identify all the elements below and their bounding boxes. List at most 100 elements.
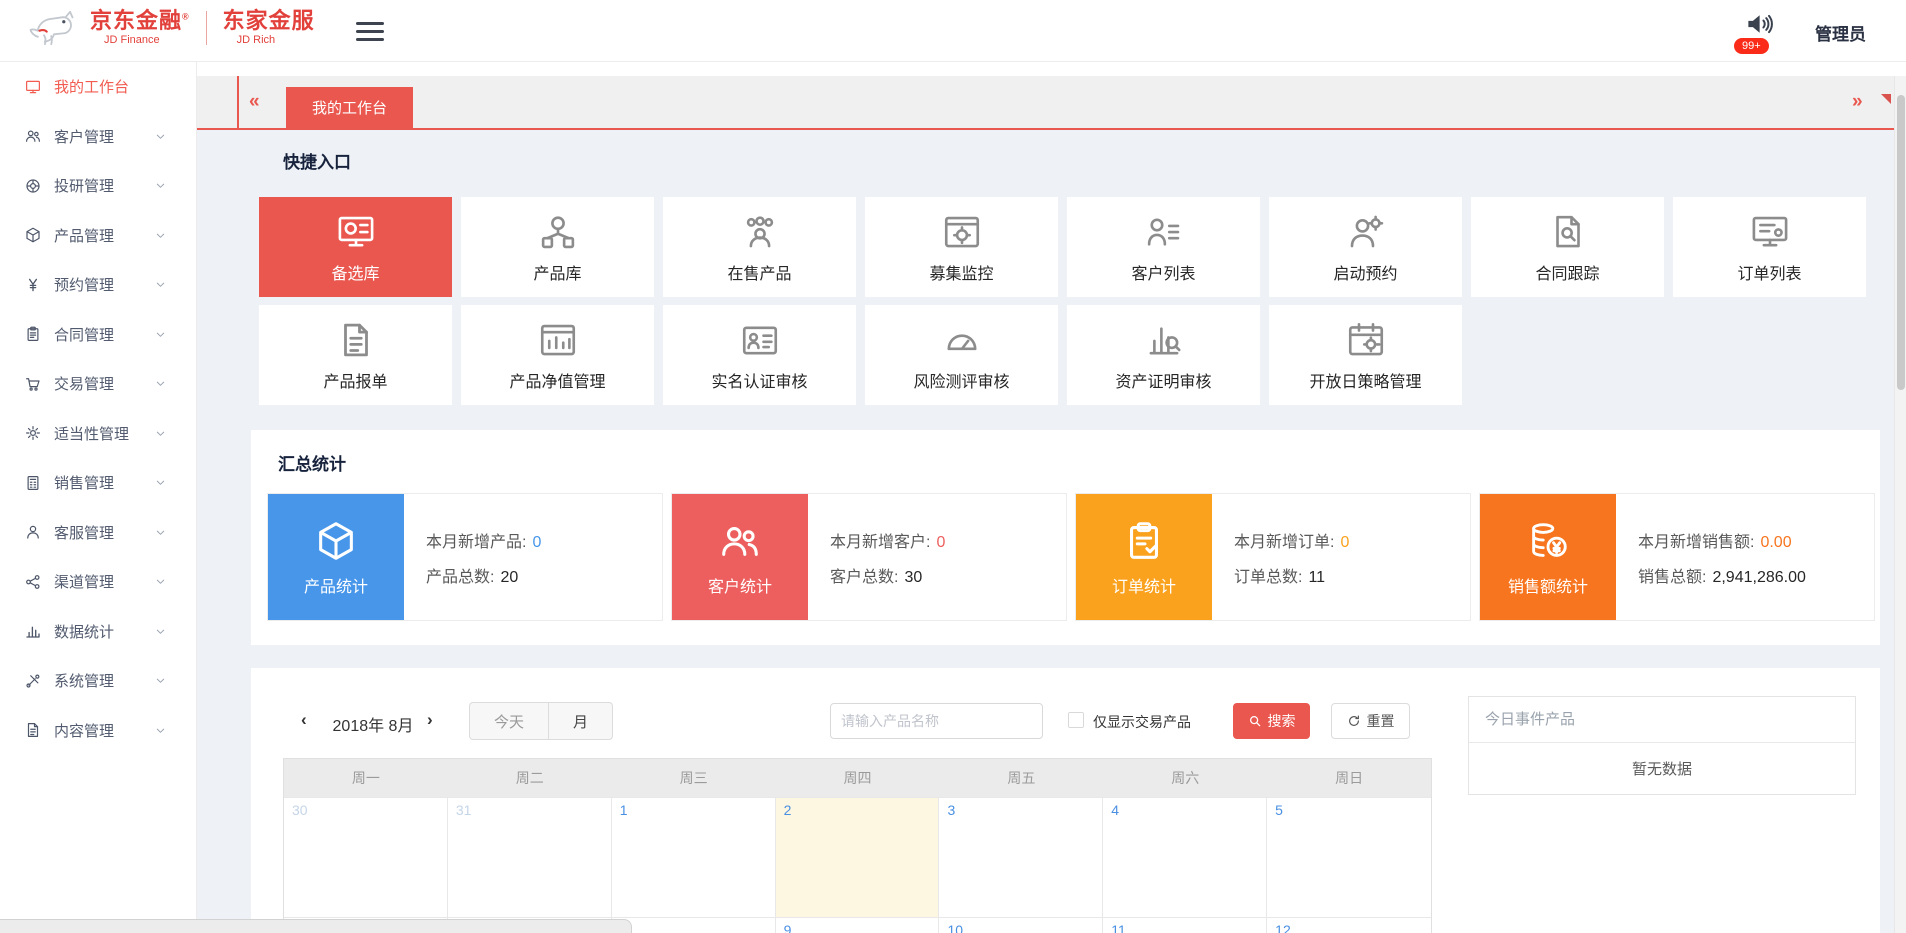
- search-button[interactable]: 搜索: [1233, 703, 1310, 739]
- trade-products-only-checkbox[interactable]: [1068, 712, 1084, 728]
- sidebar-item-research-mgmt[interactable]: 投研管理: [0, 161, 196, 211]
- chart-search-icon: [1143, 319, 1185, 361]
- tile-open-day-strategy-mgmt[interactable]: 开放日策略管理: [1269, 305, 1462, 405]
- reset-button[interactable]: 重置: [1331, 703, 1410, 739]
- sidebar-item-system-mgmt[interactable]: 系统管理: [0, 656, 196, 706]
- sidebar-item-suitability-mgmt[interactable]: 适当性管理: [0, 409, 196, 459]
- current-user-name[interactable]: 管理员: [1815, 20, 1866, 45]
- sidebar-item-reservation-mgmt[interactable]: 预约管理: [0, 260, 196, 310]
- calendar-cell[interactable]: 30: [284, 797, 448, 917]
- tile-product-library[interactable]: 产品库: [461, 197, 654, 297]
- tile-label: 开放日策略管理: [1309, 368, 1421, 392]
- sidebar-item-product-mgmt[interactable]: 产品管理: [0, 211, 196, 261]
- vertical-scrollbar[interactable]: [1894, 76, 1906, 933]
- quick-entry-row-1: 备选库 产品库 在售产品 募集监控 客户列表: [259, 197, 1867, 297]
- product-name-search-input[interactable]: [830, 703, 1043, 739]
- scrollbar-thumb[interactable]: [1897, 95, 1905, 390]
- sidebar-item-customer-service-mgmt[interactable]: 客服管理: [0, 508, 196, 558]
- sidebar-item-label: 投研管理: [54, 175, 114, 196]
- tile-fundraising-monitor[interactable]: 募集监控: [865, 197, 1058, 297]
- card-order-stats[interactable]: 订单统计 本月新增订单:0 订单总数:11: [1075, 493, 1471, 621]
- calendar-cell[interactable]: 10: [939, 917, 1103, 933]
- stat-line: 销售总额:2,941,286.00: [1638, 563, 1806, 587]
- tile-start-reservation[interactable]: 启动预约: [1269, 197, 1462, 297]
- summary-panel: 汇总统计 产品统计 本月新增产品:0 产品总数:20: [251, 430, 1880, 645]
- sidebar-item-data-statistics[interactable]: 数据统计: [0, 607, 196, 657]
- network-icon: [537, 211, 579, 253]
- tile-label: 启动预约: [1333, 260, 1397, 284]
- calendar-cell[interactable]: 5: [1267, 797, 1431, 917]
- tile-on-sale-products[interactable]: 在售产品: [663, 197, 856, 297]
- content-area: 快捷入口 备选库 产品库 在售产品 募集监控: [197, 130, 1894, 933]
- tile-contract-tracking[interactable]: 合同跟踪: [1471, 197, 1664, 297]
- tile-alternative-library[interactable]: 备选库: [259, 197, 452, 297]
- card-sales-stats[interactable]: 销售额统计 本月新增销售额:0.00 销售总额:2,941,286.00: [1479, 493, 1875, 621]
- weekday-label: 周二: [448, 759, 612, 797]
- sidebar-item-sales-mgmt[interactable]: 销售管理: [0, 458, 196, 508]
- calendar-cell[interactable]: 12: [1267, 917, 1431, 933]
- doc-search-icon: [1547, 211, 1589, 253]
- stat-value: 0: [1340, 534, 1349, 551]
- dashboard-icon: [335, 211, 377, 253]
- calendar-cell[interactable]: 31: [448, 797, 612, 917]
- stat-value: 0: [936, 534, 945, 551]
- card-product-stats[interactable]: 产品统计 本月新增产品:0 产品总数:20: [267, 493, 663, 621]
- tile-label: 产品库: [533, 260, 581, 284]
- calendar-cell[interactable]: 11: [1103, 917, 1267, 933]
- app-root: 京东金融® JD Finance 东家金服 JD Rich 99+ 管理员 我的…: [0, 0, 1906, 933]
- tabs-scroll-right-icon[interactable]: »: [1852, 92, 1863, 111]
- product-stats-icon-block: 产品统计: [268, 494, 404, 620]
- tab-overflow-corner-icon[interactable]: [1881, 94, 1891, 104]
- sidebar-item-channel-mgmt[interactable]: 渠道管理: [0, 557, 196, 607]
- research-lifebuoy-icon: [24, 177, 42, 195]
- announcement-speaker-icon[interactable]: [1741, 9, 1777, 39]
- tile-risk-assessment-audit[interactable]: 风险测评审核: [865, 305, 1058, 405]
- chevron-down-icon: [155, 626, 166, 637]
- monitor-list-icon: [1749, 211, 1791, 253]
- brand-primary-subtitle: JD Finance: [90, 35, 190, 46]
- tile-customer-list[interactable]: 客户列表: [1067, 197, 1260, 297]
- today-events-empty-text: 暂无数据: [1469, 743, 1855, 794]
- calendar-cell[interactable]: 8: [612, 917, 776, 933]
- customers-icon: [24, 127, 42, 145]
- calendar-cell[interactable]: 9: [776, 917, 940, 933]
- calendar-cell[interactable]: 4: [1103, 797, 1267, 917]
- trade-products-only-label[interactable]: 仅显示交易产品: [1093, 712, 1191, 732]
- stat-value: 11: [1308, 569, 1325, 586]
- today-button[interactable]: 今天: [470, 703, 549, 739]
- notification-count-badge[interactable]: 99+: [1734, 38, 1769, 54]
- sidebar-item-customer-mgmt[interactable]: 客户管理: [0, 112, 196, 162]
- calendar-prev-month-icon[interactable]: ‹: [301, 710, 307, 730]
- sidebar-item-contract-mgmt[interactable]: 合同管理: [0, 310, 196, 360]
- tab-my-workbench[interactable]: 我的工作台: [286, 87, 413, 128]
- month-view-button[interactable]: 月: [549, 703, 612, 739]
- brand-primary-block: 京东金融® JD Finance: [90, 10, 190, 46]
- tab-bar: « 我的工作台 »: [197, 76, 1894, 130]
- tile-product-nav-mgmt[interactable]: 产品净值管理: [461, 305, 654, 405]
- tile-real-name-audit[interactable]: 实名认证审核: [663, 305, 856, 405]
- calendar-cell-today[interactable]: 2: [776, 797, 940, 917]
- sidebar-item-content-mgmt[interactable]: 内容管理: [0, 706, 196, 756]
- statistics-chart-icon: [24, 622, 42, 640]
- brand-logo[interactable]: 京东金融® JD Finance 东家金服 JD Rich: [26, 6, 315, 50]
- content-doc-icon: [24, 721, 42, 739]
- tile-order-list[interactable]: 订单列表: [1673, 197, 1866, 297]
- weekday-label: 周五: [939, 759, 1103, 797]
- calendar-month-title: 2018年 8月: [325, 712, 421, 736]
- sidebar-item-trade-mgmt[interactable]: 交易管理: [0, 359, 196, 409]
- stat-line: 本月新增销售额:0.00: [1638, 528, 1806, 552]
- tabs-scroll-left-icon[interactable]: «: [249, 92, 260, 111]
- tile-asset-proof-audit[interactable]: 资产证明审核: [1067, 305, 1260, 405]
- tile-product-report[interactable]: 产品报单: [259, 305, 452, 405]
- calendar-next-month-icon[interactable]: ›: [427, 710, 433, 730]
- brand-secondary-name: 东家金服: [223, 10, 315, 32]
- main-area: « 我的工作台 » 快捷入口 备选库 产品库 在售产品: [197, 62, 1894, 933]
- calendar-cell[interactable]: 1: [612, 797, 776, 917]
- sidebar-toggle-hamburger-icon[interactable]: [356, 22, 384, 46]
- sidebar-item-my-workbench[interactable]: 我的工作台: [0, 62, 196, 112]
- card-title: 订单统计: [1112, 573, 1176, 597]
- calendar-week-row: 30 31 1 2 3 4 5: [284, 797, 1431, 917]
- weekday-label: 周三: [612, 759, 776, 797]
- card-customer-stats[interactable]: 客户统计 本月新增客户:0 客户总数:30: [671, 493, 1067, 621]
- calendar-cell[interactable]: 3: [939, 797, 1103, 917]
